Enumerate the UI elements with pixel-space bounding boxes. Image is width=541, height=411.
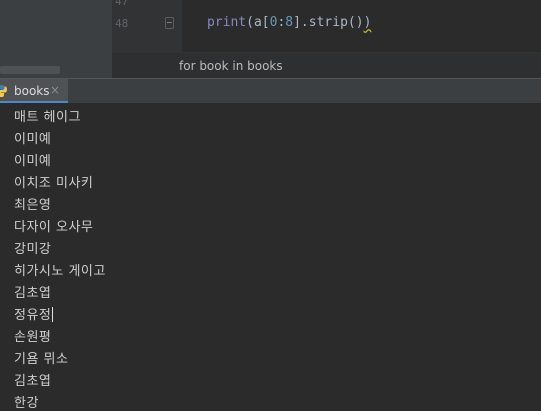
- output-line: 김초엽: [14, 286, 52, 301]
- line-number: 48: [115, 17, 129, 30]
- tab-books-label: books: [14, 84, 50, 98]
- python-icon: [0, 85, 7, 97]
- output-line: 이미예: [14, 132, 52, 147]
- code-number: 8: [285, 15, 294, 30]
- horizontal-scrollbar[interactable]: [0, 66, 60, 74]
- output-line: 정유정: [14, 308, 52, 323]
- output-line: 이치조 미사키: [14, 176, 94, 191]
- code-token: ].strip(): [293, 15, 364, 30]
- console-output[interactable]: 매트 헤이그 이미예 이미예 이치조 미사키 최은영 다자이 오사무 강미강 히…: [0, 103, 541, 411]
- fold-marker-icon[interactable]: [165, 17, 174, 29]
- output-line: 다자이 오사무: [14, 220, 94, 235]
- output-line: 김초엽: [14, 374, 52, 389]
- output-line: 이미예: [14, 154, 52, 169]
- code-editor[interactable]: 47 48 print(a[0:8].strip()) for book in …: [0, 0, 541, 79]
- tab-books[interactable]: books ×: [0, 79, 68, 104]
- output-line: 최은영: [14, 198, 52, 213]
- output-line: 강미강: [14, 242, 52, 257]
- output-line: 기욤 뮈소: [14, 352, 69, 367]
- output-line: 손원평: [14, 330, 52, 345]
- output-line: 히가시노 게이고: [14, 264, 106, 279]
- output-line-caret: 정유정: [14, 304, 54, 323]
- code-token: (a[: [246, 15, 270, 30]
- close-icon[interactable]: ×: [50, 83, 60, 97]
- output-line: 한강: [14, 396, 39, 411]
- output-line: 매트 헤이그: [14, 110, 81, 125]
- text-caret: [52, 307, 54, 322]
- run-tab-bar: books ×: [0, 78, 541, 105]
- code-function-name: print: [207, 15, 247, 30]
- code-line[interactable]: print(a[0:8].strip()): [207, 15, 371, 30]
- breadcrumb[interactable]: for book in books: [112, 52, 541, 79]
- line-number: 47: [115, 0, 129, 8]
- code-token: ): [363, 15, 372, 30]
- breadcrumb-item[interactable]: for book in books: [179, 59, 283, 73]
